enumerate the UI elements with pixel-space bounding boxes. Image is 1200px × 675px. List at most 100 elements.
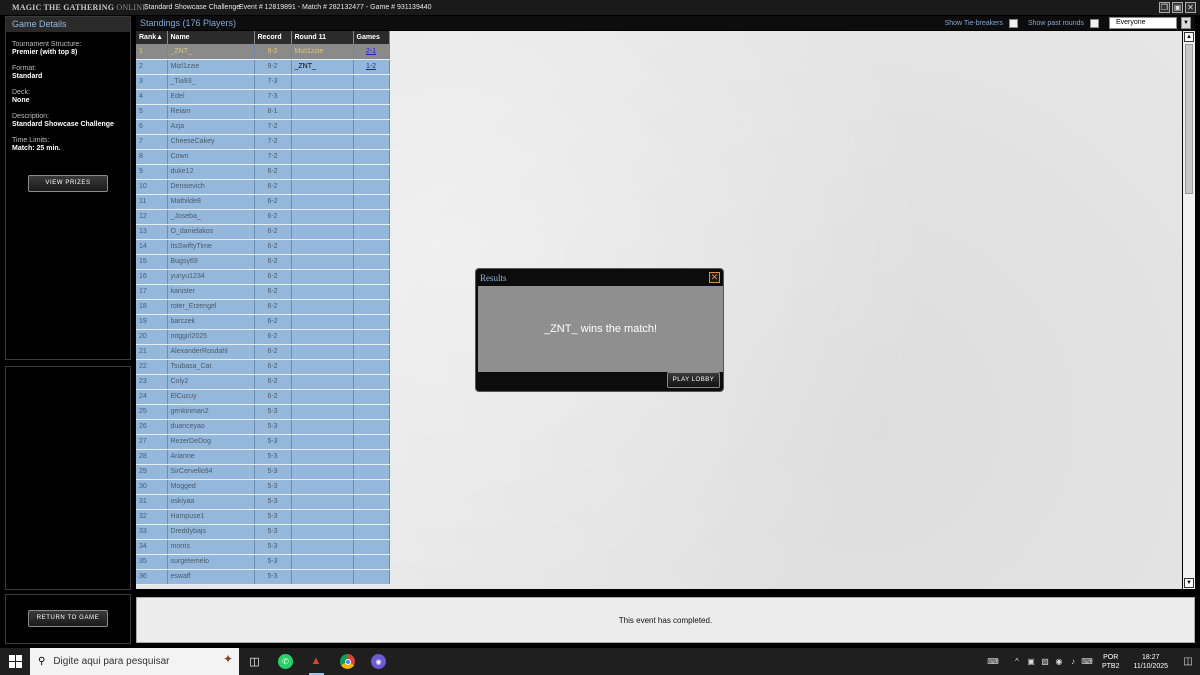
- column-header-round[interactable]: Round 11: [291, 31, 354, 45]
- table-row[interactable]: 27 RezerDeDog 5-3: [136, 434, 390, 450]
- device-icon[interactable]: ▣: [1024, 657, 1038, 666]
- table-row[interactable]: 4 Edel 7-3: [136, 89, 390, 105]
- keyboard-icon[interactable]: ⌨: [986, 657, 1000, 666]
- show-tiebreakers-checkbox[interactable]: [1008, 18, 1018, 28]
- clock[interactable]: 18:27 11/10/2025: [1133, 653, 1168, 671]
- round-opponent-cell: [291, 254, 354, 270]
- player-name-cell: CheeseCakey: [167, 134, 255, 150]
- table-row[interactable]: 23 Coly2 6-2: [136, 374, 390, 390]
- taskbar-search[interactable]: ⚲ Digite aqui para pesquisar ✦: [30, 648, 239, 675]
- table-row[interactable]: 34 morris 5-3: [136, 539, 390, 555]
- table-row[interactable]: 15 Bugsy69 6-2: [136, 254, 390, 270]
- scroll-down-icon[interactable]: ▼: [1184, 578, 1194, 588]
- whatsapp-icon[interactable]: ✆: [270, 648, 301, 675]
- notification-icon[interactable]: ◫: [1176, 656, 1200, 667]
- table-row[interactable]: 10 Denisevich 6-2: [136, 179, 390, 195]
- round-opponent-cell: [291, 314, 354, 330]
- table-row[interactable]: 21 AlexanderRosdahl 6-2: [136, 344, 390, 360]
- microphone-icon[interactable]: ◉: [1052, 657, 1066, 666]
- games-cell: [353, 569, 390, 585]
- table-row[interactable]: 19 barczek 6-2: [136, 314, 390, 330]
- rank-cell: 33: [136, 524, 168, 540]
- rank-cell: 8: [136, 149, 168, 165]
- table-row[interactable]: 2 Mizl1zzie 9-2 _ZNT_ 1-2: [136, 59, 390, 75]
- close-icon[interactable]: ✕: [709, 272, 720, 283]
- close-icon[interactable]: ✕: [1185, 2, 1196, 13]
- round-opponent-cell: [291, 74, 354, 90]
- games-cell: 1-2: [353, 59, 390, 75]
- show-past-rounds-checkbox[interactable]: [1090, 18, 1099, 28]
- volume-icon[interactable]: ♪: [1066, 657, 1080, 666]
- table-row[interactable]: 35 surgetemelo 5-3: [136, 554, 390, 570]
- table-row[interactable]: 29 SirCervello94 5-3: [136, 464, 390, 480]
- games-cell: [353, 149, 390, 165]
- table-row[interactable]: 25 genkinman2 5-3: [136, 404, 390, 420]
- record-cell: 6-2: [254, 389, 292, 405]
- table-row[interactable]: 26 duanceyao 5-3: [136, 419, 390, 435]
- player-filter-select[interactable]: Everyone: [1109, 17, 1177, 29]
- table-row[interactable]: 13 O_danielakos 6-2: [136, 224, 390, 240]
- column-header-name[interactable]: Name: [167, 31, 255, 45]
- table-row[interactable]: 18 roter_Erzengel 6-2: [136, 299, 390, 315]
- player-name-cell: Mathilde8: [167, 194, 255, 210]
- table-row[interactable]: 33 Dreddybajs 5-3: [136, 524, 390, 540]
- minimize-icon[interactable]: ❒: [1159, 2, 1170, 13]
- table-row[interactable]: 11 Mathilde8 6-2: [136, 194, 390, 210]
- table-row[interactable]: 14 ItsSwiftyTime 6-2: [136, 239, 390, 255]
- player-name-cell: roter_Erzengel: [167, 299, 255, 315]
- table-row[interactable]: 20 mtggirl2025 6-2: [136, 329, 390, 345]
- games-cell: [353, 434, 390, 450]
- games-result-link[interactable]: 2-1: [366, 48, 376, 55]
- record-cell: 5-3: [254, 479, 292, 495]
- table-row[interactable]: 5 Reiam 8-1: [136, 104, 390, 120]
- round-opponent-cell: [291, 344, 354, 360]
- games-result-link[interactable]: 1-2: [366, 63, 376, 70]
- table-row[interactable]: 36 eswaff 5-3: [136, 569, 390, 585]
- games-cell: [353, 224, 390, 240]
- table-row[interactable]: 28 Arianne 5-3: [136, 449, 390, 465]
- play-lobby-button[interactable]: PLAY LOBBY: [667, 372, 720, 388]
- column-header-rank[interactable]: Rank▲: [136, 31, 168, 45]
- view-prizes-button[interactable]: VIEW PRIZES: [28, 175, 108, 192]
- table-row[interactable]: 16 yunyu1234 6-2: [136, 269, 390, 285]
- player-name-cell: _Tia93_: [167, 74, 255, 90]
- player-name-cell: SirCervello94: [167, 464, 255, 480]
- column-header-record[interactable]: Record: [254, 31, 292, 45]
- table-row[interactable]: 17 kanister 6-2: [136, 284, 390, 300]
- column-header-games[interactable]: Games: [353, 31, 390, 45]
- table-row[interactable]: 9 duke12 6-2: [136, 164, 390, 180]
- chevron-down-icon[interactable]: ▼: [1181, 17, 1191, 29]
- table-row[interactable]: 12 _Joseba_ 6-2: [136, 209, 390, 225]
- table-row[interactable]: 3 _Tia93_ 7-3: [136, 74, 390, 90]
- language-indicator[interactable]: POR PTB2: [1102, 653, 1120, 671]
- network-icon[interactable]: ▧: [1038, 657, 1052, 666]
- vertical-scrollbar[interactable]: ▲ ▼: [1183, 31, 1195, 589]
- scroll-thumb[interactable]: [1185, 44, 1193, 194]
- table-row[interactable]: 22 Tsubasa_Cat 6-2: [136, 359, 390, 375]
- table-header-row: Rank▲ Name Record Round 11 Games: [136, 31, 390, 45]
- round-opponent-cell: Mizl1zzie: [291, 44, 354, 60]
- table-row[interactable]: 6 Azja 7-2: [136, 119, 390, 135]
- table-row[interactable]: 32 Hampuse1 5-3: [136, 509, 390, 525]
- round-opponent-cell: [291, 509, 354, 525]
- start-button[interactable]: [0, 648, 30, 675]
- record-cell: 7-2: [254, 119, 292, 135]
- keyboard-layout-icon[interactable]: ⌨: [1080, 657, 1094, 666]
- chrome-icon[interactable]: [332, 648, 363, 675]
- table-row[interactable]: 24 ElCucuy 6-2: [136, 389, 390, 405]
- app-icon[interactable]: ◉: [363, 648, 394, 675]
- chevron-up-icon[interactable]: ^: [1010, 657, 1024, 666]
- scroll-up-icon[interactable]: ▲: [1184, 32, 1194, 42]
- maximize-icon[interactable]: ▣: [1172, 2, 1183, 13]
- table-row[interactable]: 31 oskiyaa 5-3: [136, 494, 390, 510]
- games-cell: [353, 89, 390, 105]
- table-row[interactable]: 30 Mogged 5-3: [136, 479, 390, 495]
- table-row[interactable]: 8 Cown 7-2: [136, 149, 390, 165]
- return-to-game-button[interactable]: RETURN TO GAME: [28, 610, 108, 627]
- games-cell: [353, 164, 390, 180]
- table-row[interactable]: 1 _ZNT_ 9-2 Mizl1zzie 2-1: [136, 44, 390, 60]
- mtgo-app-icon[interactable]: ▲: [301, 648, 332, 675]
- task-view-icon[interactable]: ◫: [239, 648, 270, 675]
- games-cell: [353, 194, 390, 210]
- table-row[interactable]: 7 CheeseCakey 7-2: [136, 134, 390, 150]
